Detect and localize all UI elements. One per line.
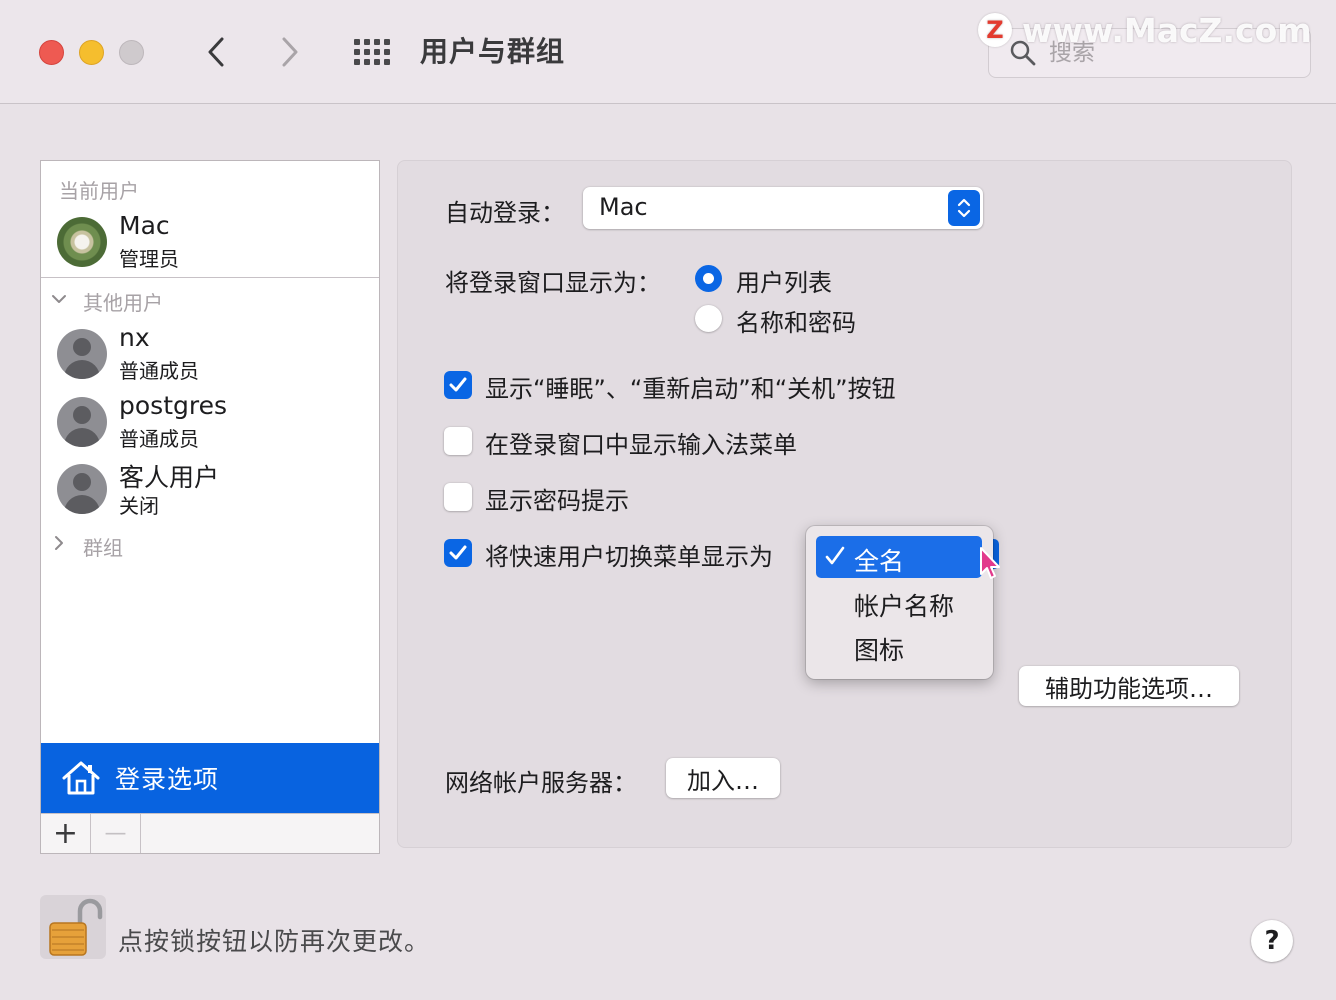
forward-button[interactable] xyxy=(270,30,310,74)
checkmark-icon xyxy=(449,545,467,560)
login-options-item[interactable]: 登录选项 xyxy=(41,743,379,813)
avatar xyxy=(57,397,107,447)
popup-stepper-icon xyxy=(948,190,980,226)
auto-login-popup[interactable]: Mac xyxy=(583,187,983,229)
chevron-left-icon xyxy=(208,37,224,67)
remove-user-button[interactable]: — xyxy=(91,814,141,853)
list-footer: + — xyxy=(41,813,379,853)
house-icon xyxy=(62,761,100,795)
checkbox-show-power-buttons[interactable] xyxy=(444,371,472,399)
login-window-label: 将登录窗口显示为： xyxy=(445,269,661,297)
chevron-right-icon xyxy=(282,37,298,67)
network-server-label: 网络帐户服务器： xyxy=(445,769,637,797)
user-role: 普通成员 xyxy=(119,359,199,383)
login-options-label: 登录选项 xyxy=(115,765,220,794)
radio-name-password[interactable] xyxy=(695,305,722,332)
window-title: 用户与群组 xyxy=(420,35,566,68)
chevron-right-icon[interactable] xyxy=(51,535,67,551)
other-users-label: 其他用户 xyxy=(83,291,163,315)
checkmark-icon xyxy=(449,377,467,392)
current-users-label: 当前用户 xyxy=(59,179,139,203)
show-all-grid-button[interactable] xyxy=(350,34,394,70)
divider xyxy=(41,277,379,278)
user-name: nx xyxy=(119,323,150,352)
menu-item-full-name[interactable]: 全名 xyxy=(816,536,982,578)
close-window-button[interactable] xyxy=(39,40,64,65)
checkbox-fast-user-switching[interactable] xyxy=(444,539,472,567)
user-role: 管理员 xyxy=(119,247,179,271)
minimize-window-button[interactable] xyxy=(79,40,104,65)
checkbox-password-hints-label: 显示密码提示 xyxy=(485,487,629,515)
menu-item-label: 帐户名称 xyxy=(854,592,955,621)
lock-hint-text: 点按锁按钮以防再次更改。 xyxy=(118,927,431,956)
accessibility-options-button[interactable]: 辅助功能选项… xyxy=(1019,666,1239,706)
avatar xyxy=(57,464,107,514)
user-row-nx[interactable]: nx 普通成员 xyxy=(41,321,379,385)
menu-item-account-name[interactable]: 帐户名称 xyxy=(816,581,982,623)
checkbox-password-hints[interactable] xyxy=(444,483,472,511)
join-button[interactable]: 加入… xyxy=(666,758,780,798)
user-row-postgres[interactable]: postgres 普通成员 xyxy=(41,389,379,453)
login-options-panel: 自动登录： Mac 将登录窗口显示为： 用户列表 名称和密码 显示“睡眠”、“重… xyxy=(397,160,1292,848)
avatar xyxy=(57,329,107,379)
watermark-logo-icon: Z xyxy=(978,13,1012,47)
menu-item-label: 全名 xyxy=(854,547,905,576)
checkbox-input-menu-label: 在登录窗口中显示输入法菜单 xyxy=(485,431,797,459)
checkbox-fast-user-switching-label: 将快速用户切换菜单显示为 xyxy=(485,543,773,571)
auto-login-label: 自动登录： xyxy=(445,199,565,227)
radio-user-list[interactable] xyxy=(695,265,722,292)
watermark: Z www.MacZ.com xyxy=(978,10,1312,50)
menu-item-label: 图标 xyxy=(854,636,905,665)
avatar xyxy=(57,217,107,267)
lock-button[interactable] xyxy=(40,895,106,959)
help-button[interactable]: ? xyxy=(1251,920,1293,962)
unlocked-padlock-icon xyxy=(49,898,103,956)
add-user-button[interactable]: + xyxy=(41,814,91,853)
user-role: 普通成员 xyxy=(119,427,199,451)
zoom-window-button[interactable] xyxy=(119,40,144,65)
toolbar: 用户与群组 Z www.MacZ.com xyxy=(0,0,1336,104)
radio-name-password-label: 名称和密码 xyxy=(736,309,856,337)
fast-switch-dropdown-menu[interactable]: 全名 帐户名称 图标 xyxy=(806,526,993,679)
user-name: Mac xyxy=(119,211,170,240)
user-list: 当前用户 Mac 管理员 其他用户 nx 普通成员 postgres 普通成员 … xyxy=(40,160,380,854)
mouse-pointer-icon xyxy=(980,547,1000,579)
groups-label: 群组 xyxy=(83,536,123,560)
user-row-guest[interactable]: 客人用户 关闭 xyxy=(41,456,379,520)
menu-item-icon[interactable]: 图标 xyxy=(816,625,982,667)
checkmark-icon xyxy=(825,546,845,565)
checkbox-input-menu[interactable] xyxy=(444,427,472,455)
user-role: 关闭 xyxy=(119,494,159,518)
auto-login-value: Mac xyxy=(599,193,648,221)
back-button[interactable] xyxy=(196,30,236,74)
user-row-mac[interactable]: Mac 管理员 xyxy=(41,209,379,273)
chevron-down-icon[interactable] xyxy=(51,291,67,307)
radio-user-list-label: 用户列表 xyxy=(736,269,832,297)
watermark-text: www.MacZ.com xyxy=(1022,10,1312,50)
checkbox-show-power-buttons-label: 显示“睡眠”、“重新启动”和“关机”按钮 xyxy=(485,375,896,403)
user-name: 客人用户 xyxy=(119,463,220,492)
user-name: postgres xyxy=(119,391,227,420)
